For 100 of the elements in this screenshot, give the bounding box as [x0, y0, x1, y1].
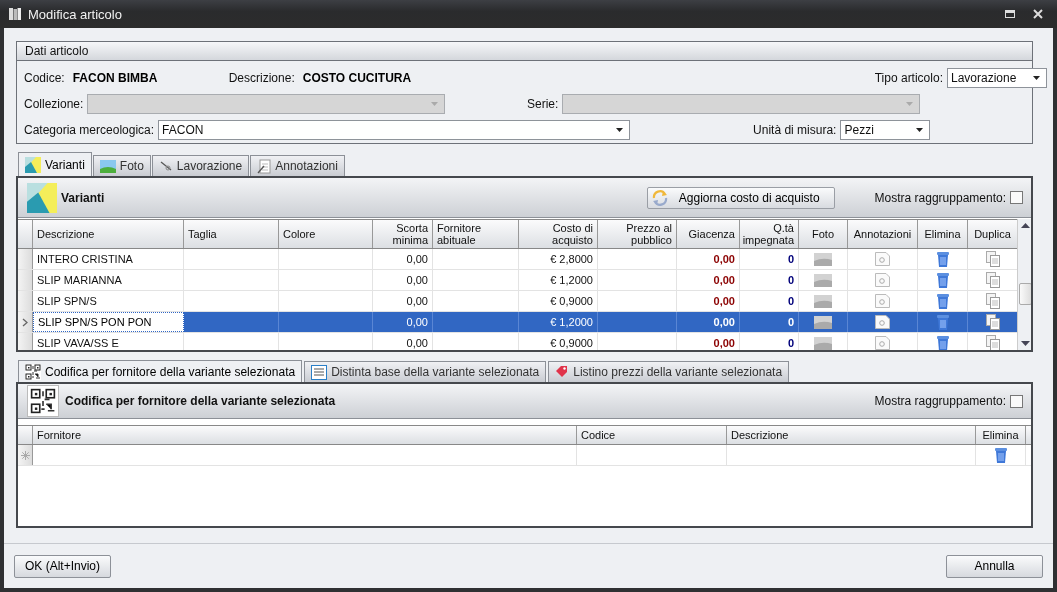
checkbox[interactable] [1010, 394, 1023, 408]
dropdown-arrow-icon [616, 128, 624, 132]
field-label: Tipo articolo: [874, 71, 943, 85]
window-title: Modifica articolo [28, 6, 122, 22]
field-label: Codice: [24, 71, 65, 85]
column-header[interactable]: Costo di acquisto [519, 220, 598, 248]
tab[interactable]: Foto [92, 155, 151, 176]
table-cell: 0,00 [373, 249, 433, 269]
column-header[interactable]: Scorta minima [373, 220, 433, 248]
column-header[interactable]: Fornitore [33, 426, 577, 444]
copy-icon[interactable] [985, 293, 1000, 309]
dropdown[interactable]: Lavorazione [946, 68, 1047, 88]
qr-code-icon [25, 363, 41, 380]
dropdown-arrow-icon [916, 128, 924, 132]
dropdown[interactable]: FACON [158, 120, 631, 140]
column-header[interactable]: Descrizione [727, 426, 976, 444]
column-header[interactable]: Elimina [976, 426, 1026, 444]
book-icon [8, 7, 22, 21]
field-label: Descrizione: [228, 71, 295, 85]
scroll-up-icon[interactable] [1021, 223, 1030, 228]
cancel-button[interactable]: Annulla [946, 554, 1043, 578]
scrollbar-thumb[interactable] [1019, 283, 1031, 305]
tab[interactable]: Lavorazione [151, 155, 250, 176]
tab[interactable]: Codifica per fornitore della variante selezionata [18, 360, 303, 382]
image-icon [814, 252, 832, 266]
close-icon[interactable] [1033, 9, 1043, 19]
table-cell: € 1,2000 [519, 270, 598, 290]
trash-icon[interactable] [936, 293, 949, 309]
row-header[interactable] [18, 249, 33, 269]
tab[interactable]: Varianti [18, 152, 92, 176]
column-header[interactable]: Fornitore abituale [433, 220, 519, 248]
table-cell: 0,00 [677, 291, 740, 311]
group-title: Dati articolo [17, 42, 1032, 61]
row-header[interactable] [18, 312, 33, 332]
update-cost-button[interactable]: Aggiorna costo di acquisto [646, 186, 835, 209]
table-cell: € 1,2000 [519, 312, 598, 332]
table-cell: 0 [740, 312, 799, 332]
trash-icon[interactable] [936, 251, 949, 267]
copy-icon[interactable] [985, 314, 1000, 330]
column-header[interactable]: Codice [577, 426, 727, 444]
dropdown-arrow-icon [906, 102, 914, 106]
table-cell: € 0,9000 [519, 291, 598, 311]
scroll-down-icon[interactable] [1021, 341, 1030, 346]
field-label: Serie: [526, 97, 559, 111]
image-icon [814, 336, 832, 350]
table-cell: 0,00 [677, 312, 740, 332]
dropdown[interactable]: Pezzi [840, 120, 931, 140]
row-header[interactable] [18, 445, 33, 465]
column-header[interactable]: Annotazioni [848, 220, 918, 248]
copy-icon[interactable] [985, 272, 1000, 288]
table-cell: 0 [740, 291, 799, 311]
column-header[interactable]: Q.tà impegnata [740, 220, 799, 248]
column-header[interactable]: Elimina [918, 220, 968, 248]
column-header[interactable]: Giacenza [677, 220, 740, 248]
column-header[interactable]: Prezzo al pubblico [598, 220, 677, 248]
shapes-icon [25, 156, 41, 173]
tab[interactable]: Distinta base della variante selezionata [304, 361, 547, 382]
field-label: Collezione: [24, 97, 84, 111]
table-cell: 0 [740, 333, 799, 350]
selected-row[interactable]: SLIP SPN/S PON PON 0,00 € 1,2000 0,00 0 [18, 312, 1017, 333]
row-header[interactable] [18, 270, 33, 290]
scrollbar[interactable] [1017, 219, 1031, 350]
row-pointer-icon [22, 317, 28, 327]
table-cell: € 2,8000 [519, 249, 598, 269]
checkbox[interactable] [1010, 191, 1023, 204]
table-cell: SLIP SPN/S PON PON [33, 312, 184, 332]
tab[interactable]: Listino prezzi della variante selezionata [548, 361, 790, 382]
field-label: Unità di misura: [753, 123, 837, 137]
trash-icon[interactable] [936, 272, 949, 288]
column-header[interactable]: Foto [799, 220, 848, 248]
row-header[interactable] [18, 291, 33, 311]
note-icon [257, 158, 272, 174]
table-cell: 0,00 [373, 312, 433, 332]
text-field[interactable]: FACON BIMBA [68, 68, 205, 88]
image-icon [814, 294, 832, 308]
shapes-icon [27, 182, 57, 213]
row-header[interactable] [18, 333, 33, 350]
field-label: Categoria merceologica: [24, 123, 155, 137]
landscape-icon [99, 159, 116, 173]
table-cell: € 0,9000 [519, 333, 598, 350]
copy-icon[interactable] [985, 335, 1000, 350]
column-header[interactable]: Colore [279, 220, 373, 248]
tab[interactable]: Annotazioni [250, 155, 345, 176]
text-field[interactable]: COSTO CUCITURA [298, 68, 847, 88]
ok-button[interactable]: OK (Alt+Invio) [14, 554, 111, 578]
column-header[interactable]: Descrizione [33, 220, 184, 248]
note-icon [875, 273, 890, 287]
panel-title: Codifica per fornitore della variante selezionata [65, 394, 336, 408]
trash-icon[interactable] [994, 447, 1007, 463]
table-cell: SLIP VAVA/SS E [33, 333, 184, 350]
table-cell: 0,00 [373, 333, 433, 350]
checkbox-label: Mostra raggruppamento: [874, 190, 1006, 205]
needle-icon [158, 159, 173, 173]
copy-icon[interactable] [985, 251, 1000, 267]
refresh-icon [650, 188, 669, 207]
maximize-icon[interactable] [1005, 10, 1015, 18]
list-icon [311, 364, 328, 380]
trash-icon[interactable] [936, 335, 949, 350]
column-header[interactable]: Taglia [184, 220, 279, 248]
note-icon [875, 294, 890, 308]
